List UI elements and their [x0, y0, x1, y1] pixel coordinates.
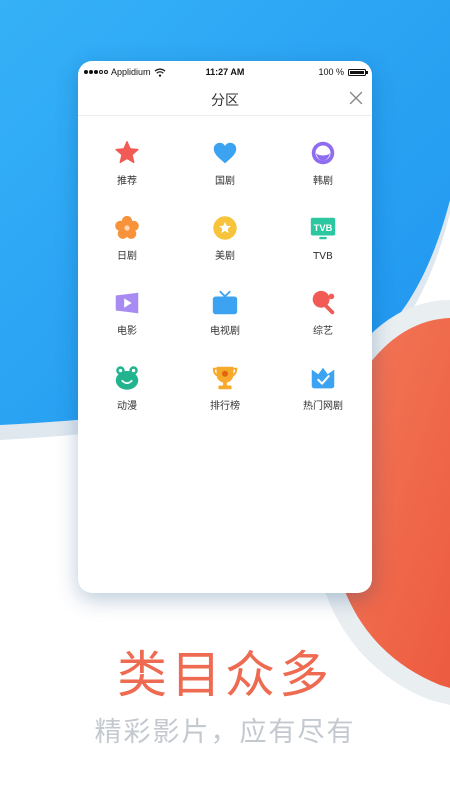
category-label: 电视剧 — [210, 326, 240, 337]
phone-mockup: Applidium 11:27 AM 100 % 分区 推荐 国剧 韩剧 日剧 … — [78, 61, 372, 593]
battery-percent: 100 % — [318, 67, 344, 77]
category-label: 排行榜 — [210, 401, 240, 412]
planet-icon — [311, 141, 335, 165]
category-item-japanese-drama[interactable]: 日剧 — [78, 213, 176, 263]
category-label: 电影 — [117, 326, 137, 337]
category-grid: 推荐 国剧 韩剧 日剧 美剧 TVB TVB 电影 电视剧 综艺 动漫 排行榜 … — [78, 138, 372, 413]
trophy-icon — [212, 366, 238, 390]
category-label: 综艺 — [313, 326, 333, 337]
category-label: 热门网剧 — [303, 401, 343, 412]
category-label: 推荐 — [117, 176, 137, 187]
television-icon — [212, 290, 238, 315]
close-icon[interactable] — [348, 90, 364, 106]
flower-icon — [115, 215, 139, 239]
category-item-hot-web-series[interactable]: 热门网剧 — [274, 363, 372, 413]
category-label: 动漫 — [117, 401, 137, 412]
category-item-movie[interactable]: 电影 — [78, 288, 176, 338]
category-item-variety-show[interactable]: 综艺 — [274, 288, 372, 338]
promo-subtitle: 精彩影片，应有尽有 — [94, 717, 356, 748]
tvb-icon: TVB — [310, 217, 336, 240]
ping-pong-icon — [312, 290, 335, 315]
star-coin-icon — [213, 216, 237, 240]
category-item-korean-drama[interactable]: 韩剧 — [274, 138, 372, 188]
category-label: 国剧 — [215, 176, 235, 187]
category-label: 韩剧 — [313, 176, 333, 187]
tvb-icon-text: TVB — [314, 223, 333, 233]
category-item-recommend[interactable]: 推荐 — [78, 138, 176, 188]
category-label: 日剧 — [117, 251, 137, 262]
battery-icon — [348, 68, 368, 76]
page-title: 分区 — [211, 93, 239, 109]
category-item-domestic-drama[interactable]: 国剧 — [176, 138, 274, 188]
star-icon — [115, 141, 139, 164]
category-item-tvb[interactable]: TVB TVB — [274, 213, 372, 263]
heart-icon — [213, 142, 237, 164]
frog-icon — [115, 366, 139, 390]
movie-play-icon — [115, 292, 139, 314]
status-right: 100 % — [318, 67, 368, 77]
category-item-anime[interactable]: 动漫 — [78, 363, 176, 413]
navigation-bar: 分区 — [78, 83, 372, 116]
crown-check-icon — [311, 367, 335, 389]
promo-headline: 类目众多 — [117, 646, 333, 704]
status-bar: Applidium 11:27 AM 100 % — [78, 61, 372, 83]
category-label: TVB — [313, 251, 333, 262]
category-item-ranking[interactable]: 排行榜 — [176, 363, 274, 413]
category-item-american-drama[interactable]: 美剧 — [176, 213, 274, 263]
category-label: 美剧 — [215, 251, 235, 262]
category-item-tv-series[interactable]: 电视剧 — [176, 288, 274, 338]
